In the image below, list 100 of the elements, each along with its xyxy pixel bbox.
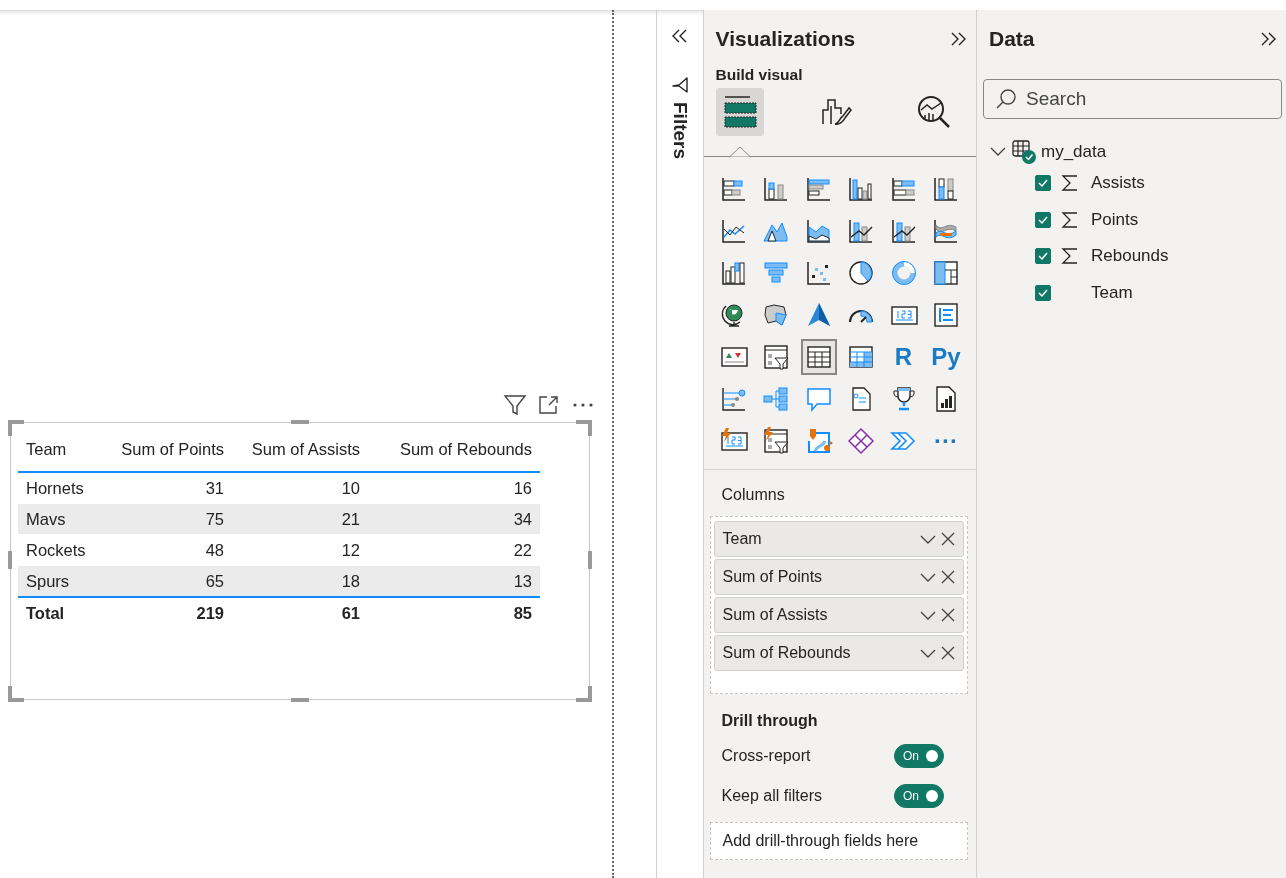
- section-title: Drill through: [720, 711, 819, 731]
- search-icon: [995, 88, 1017, 110]
- table-cell-text: 12: [340, 540, 361, 560]
- stacked-bar-icon: [719, 175, 748, 203]
- table-cell-text: 10: [340, 478, 361, 498]
- table-cell-text: Hornets: [25, 478, 85, 498]
- sigma-icon: [1061, 246, 1079, 267]
- filter-icon: [503, 393, 527, 417]
- field-pill[interactable]: Team: [713, 521, 964, 557]
- resize-handle[interactable]: [576, 686, 592, 702]
- checkbox[interactable]: [1035, 284, 1051, 301]
- pane-title: Visualizations: [715, 27, 856, 51]
- table-cell-text: 21: [340, 509, 361, 529]
- close-icon[interactable]: [941, 532, 955, 546]
- table-cell-text: 48: [204, 540, 225, 560]
- filters-pane-title[interactable]: Filters: [668, 102, 691, 160]
- resize-handle[interactable]: [8, 686, 24, 702]
- table-visual[interactable]: Team Sum of Points Sum of Assists Sum of Rebounds Hornets 31 10 16 Mavs 75 21 34 Rockets 48 12 22 Spurs 65 18 13 Total 219 61 85: [10, 422, 590, 700]
- column-header[interactable]: Sum of Points: [106, 439, 232, 459]
- resize-handle[interactable]: [576, 420, 592, 436]
- donut-icon: [889, 259, 918, 287]
- resize-handle[interactable]: [8, 551, 12, 569]
- field-name: Team: [722, 530, 763, 548]
- sigma-icon: [1061, 173, 1079, 194]
- table-cell-text: 65: [204, 571, 225, 591]
- table-cell-text: 16: [512, 478, 533, 498]
- decomposition-icon: [762, 385, 790, 413]
- pie-icon: [847, 259, 875, 287]
- resize-handle[interactable]: [8, 420, 24, 436]
- field-name[interactable]: Assists: [1091, 173, 1145, 194]
- drop-zone[interactable]: Add drill-through fields here: [709, 822, 968, 860]
- ribbon-icon: [932, 217, 960, 245]
- scatter-icon: [804, 259, 833, 287]
- focus-mode-icon: [537, 393, 561, 417]
- resize-handle[interactable]: [588, 551, 592, 569]
- toggle-switch[interactable]: On: [894, 744, 944, 768]
- table-cell-text: 34: [512, 509, 533, 529]
- field-pill[interactable]: Sum of Points: [713, 559, 964, 595]
- field-name: Sum of Assists: [722, 606, 829, 624]
- close-icon[interactable]: [941, 646, 955, 660]
- field-name[interactable]: Team: [1091, 282, 1133, 303]
- line-icon: [719, 217, 748, 245]
- percent-bar-icon: [889, 175, 918, 203]
- matrix-icon: [847, 343, 875, 371]
- table-cell-text: 13: [512, 571, 533, 591]
- section-label: Columns: [720, 485, 786, 505]
- field-pill[interactable]: Sum of Assists: [713, 597, 964, 633]
- close-icon[interactable]: [941, 608, 955, 622]
- waterfall-icon: [719, 259, 748, 287]
- stacked-column-icon: [762, 175, 790, 203]
- column-header[interactable]: Sum of Rebounds: [368, 439, 540, 459]
- table-cell-text: 31: [204, 478, 225, 498]
- total-cell-text: 85: [512, 603, 533, 623]
- column-header[interactable]: Team: [18, 439, 106, 459]
- close-icon[interactable]: [941, 570, 955, 584]
- multi-card-icon: [932, 301, 960, 329]
- toggle-switch[interactable]: On: [894, 784, 944, 808]
- checkbox[interactable]: [1035, 248, 1051, 265]
- checkbox[interactable]: [1035, 211, 1051, 228]
- visual-type-button[interactable]: Py: [928, 339, 964, 375]
- field-pill[interactable]: Sum of Rebounds: [713, 635, 964, 671]
- clustered-column-icon: [847, 175, 875, 203]
- resize-handle[interactable]: [291, 420, 309, 424]
- treemap-icon: [932, 259, 960, 287]
- fields-icon: [721, 94, 758, 130]
- visual-type-button[interactable]: ···: [928, 423, 964, 459]
- pane-title: Data: [989, 27, 1035, 51]
- more-options-icon: [573, 403, 593, 407]
- magnifier-chart-icon: [916, 94, 952, 130]
- table-name[interactable]: my_data: [1041, 142, 1107, 162]
- percent-column-icon: [932, 175, 960, 203]
- checkmark-icon: [1037, 177, 1049, 190]
- table-cell-text: 18: [340, 571, 361, 591]
- speech-icon: [804, 385, 833, 413]
- column-header[interactable]: Sum of Assists: [232, 439, 368, 459]
- table-check-icon: [1011, 139, 1037, 165]
- clustered-bar-icon: [804, 175, 833, 203]
- table-cell-text: Rockets: [25, 540, 87, 560]
- lightning-slicer-icon: [762, 427, 790, 455]
- filter-button[interactable]: [502, 392, 528, 418]
- visual-type-button[interactable]: R: [885, 339, 922, 375]
- resize-handle[interactable]: [291, 698, 309, 702]
- slicer-icon: [762, 343, 790, 371]
- visual-type-button[interactable]: [800, 339, 837, 375]
- filter-icon: [670, 76, 689, 94]
- table-cell-text: Spurs: [25, 571, 71, 591]
- field-name[interactable]: Points: [1091, 209, 1139, 230]
- stacked-area-icon: [804, 217, 833, 245]
- influencers-icon: [719, 385, 748, 413]
- search-field[interactable]: Search: [983, 79, 1282, 119]
- line-stacked-column-icon: [889, 217, 918, 245]
- checkbox[interactable]: [1035, 175, 1051, 192]
- checkmark-icon: [1037, 250, 1049, 263]
- toggle-label: Cross-report: [721, 747, 811, 765]
- build-tab[interactable]: [715, 88, 764, 136]
- toggle-label: Keep all filters: [721, 787, 822, 805]
- diamond-icon: [847, 427, 875, 455]
- field-name[interactable]: Rebounds: [1091, 246, 1169, 267]
- table-cell-text: 75: [204, 509, 225, 529]
- field-name: Sum of Points: [722, 568, 824, 586]
